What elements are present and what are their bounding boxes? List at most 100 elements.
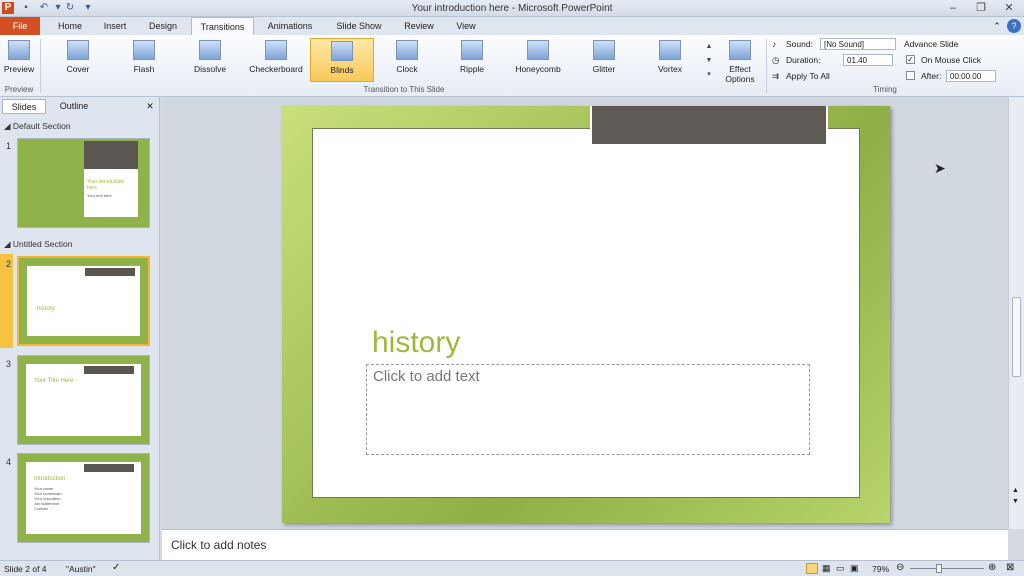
tab-file[interactable]: File <box>0 17 40 35</box>
tab-view[interactable]: View <box>448 17 484 35</box>
timing-group-label: Timing <box>873 85 897 94</box>
status-bar: Slide 2 of 4 "Austin" ✓ ▦ ▭ ▣ 79% ⊖ ⊕ ⊠ <box>0 560 1024 576</box>
apply-all-icon: ⇉ <box>772 71 780 81</box>
vertical-scrollbar[interactable]: ▲ ▼ <box>1008 97 1024 529</box>
thumb-title: Introduction <box>34 476 66 482</box>
transition-flash[interactable]: Flash <box>114 38 174 82</box>
transition-group-label: Transition to This Slide <box>363 85 445 94</box>
mouse-cursor-icon: ➤ <box>934 160 946 176</box>
slide-thumbnail-3[interactable]: Your Title Here <box>17 355 150 445</box>
zoom-level[interactable]: 79% <box>872 564 889 574</box>
gallery-scroll[interactable]: ▲ ▼ ▾ <box>704 40 714 82</box>
slide-number: 3 <box>6 359 12 369</box>
thumb-bullets: Your name Your hometown Your education J… <box>34 486 62 511</box>
separator <box>40 39 41 93</box>
on-mouse-click-checkbox[interactable]: ✓ <box>906 55 915 64</box>
transition-blinds[interactable]: Blinds <box>310 38 374 82</box>
dissolve-icon <box>199 40 221 60</box>
slide-title[interactable]: history <box>372 326 460 360</box>
slide-count: Slide 2 of 4 <box>4 564 47 574</box>
blinds-icon <box>331 41 353 61</box>
close-icon[interactable]: ✕ <box>1000 1 1018 15</box>
transition-honeycomb[interactable]: Honeycomb <box>506 38 570 82</box>
cover-icon <box>67 40 89 60</box>
zoom-out-icon[interactable]: ⊖ <box>896 562 904 573</box>
slide-number: 4 <box>6 457 12 467</box>
thumb-title: Your introduction here <box>87 179 125 191</box>
section-default[interactable]: ◢ Default Section <box>4 121 71 132</box>
restore-icon[interactable]: ❐ <box>972 1 990 15</box>
transition-cover[interactable]: Cover <box>48 38 108 82</box>
duration-icon: ◷ <box>772 55 780 65</box>
ripple-icon <box>461 40 483 60</box>
preview-button[interactable]: Preview <box>2 38 36 82</box>
tab-review[interactable]: Review <box>398 17 440 35</box>
section-untitled[interactable]: ◢ Untitled Section <box>4 239 72 250</box>
sound-select[interactable]: [No Sound] <box>820 38 896 50</box>
transition-clock[interactable]: Clock <box>378 38 436 82</box>
ribbon-tabs: File Home Insert Design Transitions Anim… <box>0 17 1024 35</box>
window-title: Your introduction here - Microsoft Power… <box>411 3 613 14</box>
slide-header-block <box>590 106 828 146</box>
slide-thumbnail-1[interactable]: Your introduction here Your text here <box>17 138 150 228</box>
transition-dissolve[interactable]: Dissolve <box>180 38 240 82</box>
slide-sorter-icon[interactable]: ▦ <box>822 563 831 574</box>
tab-animations[interactable]: Animations <box>260 17 320 35</box>
ribbon-minimize-icon[interactable]: ⌃ <box>990 17 1004 35</box>
tab-design[interactable]: Design <box>140 17 186 35</box>
effect-options-icon <box>729 40 751 60</box>
slideshow-view-icon[interactable]: ▣ <box>850 563 859 574</box>
scroll-thumb[interactable] <box>1012 297 1021 377</box>
advance-slide-label: Advance Slide <box>904 39 959 49</box>
duration-input[interactable]: 01.40 <box>843 54 893 66</box>
preview-group-label: Preview <box>4 85 34 94</box>
effect-options-button[interactable]: Effect Options <box>718 38 762 84</box>
normal-view-icon[interactable] <box>806 563 818 574</box>
transition-ripple[interactable]: Ripple <box>442 38 502 82</box>
honeycomb-icon <box>527 40 549 60</box>
vortex-icon <box>659 40 681 60</box>
fit-to-window-icon[interactable]: ⊠ <box>1006 562 1014 573</box>
thumb-title: Your Title Here <box>34 378 74 384</box>
after-input[interactable]: 00:00.00 <box>946 70 996 82</box>
zoom-slider[interactable] <box>910 568 984 569</box>
preview-icon <box>8 40 30 60</box>
ribbon: Preview Preview Cover Flash Dissolve Che… <box>0 35 1024 97</box>
tab-home[interactable]: Home <box>50 17 90 35</box>
thumb-subtitle: Your text here <box>87 193 112 198</box>
flash-icon <box>133 40 155 60</box>
zoom-in-icon[interactable]: ⊕ <box>988 562 996 573</box>
on-mouse-click-label: On Mouse Click <box>921 55 981 65</box>
apply-to-all-button[interactable]: Apply To All <box>786 71 830 81</box>
transition-vortex[interactable]: Vortex <box>640 38 700 82</box>
separator <box>766 39 767 93</box>
sound-label: Sound: <box>786 39 813 49</box>
tab-transitions[interactable]: Transitions <box>191 17 254 35</box>
transition-checkerboard[interactable]: Checkerboard <box>244 38 308 82</box>
slide-thumbnail-4[interactable]: Introduction Your name Your hometown You… <box>17 453 150 543</box>
slide-thumbnail-2[interactable]: history <box>17 256 150 346</box>
clock-icon <box>396 40 418 60</box>
tab-slideshow[interactable]: Slide Show <box>330 17 388 35</box>
slide-number: 2 <box>6 259 12 269</box>
reading-view-icon[interactable]: ▭ <box>836 563 845 574</box>
notes-pane[interactable]: Click to add notes <box>162 529 1008 560</box>
after-checkbox[interactable] <box>906 71 915 80</box>
page-nav-icons[interactable]: ▲ ▼ <box>1012 485 1019 507</box>
sound-icon: ♪ <box>772 39 777 49</box>
checkerboard-icon <box>265 40 287 60</box>
tab-outline[interactable]: Outline <box>48 99 100 114</box>
close-pane-icon[interactable]: ✕ <box>144 99 156 114</box>
title-bar: P ▪ ↶ ▾ ↻ ▾ Your introduction here - Mic… <box>0 0 1024 17</box>
help-icon[interactable]: ? <box>1007 19 1021 33</box>
transition-glitter[interactable]: Glitter <box>574 38 634 82</box>
duration-label: Duration: <box>786 55 821 65</box>
tab-insert[interactable]: Insert <box>96 17 134 35</box>
glitter-icon <box>593 40 615 60</box>
text-placeholder[interactable]: Click to add text <box>366 364 810 455</box>
minimize-icon[interactable]: – <box>944 1 962 15</box>
tab-slides[interactable]: Slides <box>2 99 46 114</box>
spellcheck-icon[interactable]: ✓ <box>112 562 120 573</box>
zoom-slider-thumb[interactable] <box>936 564 942 573</box>
slide-number: 1 <box>6 141 12 151</box>
